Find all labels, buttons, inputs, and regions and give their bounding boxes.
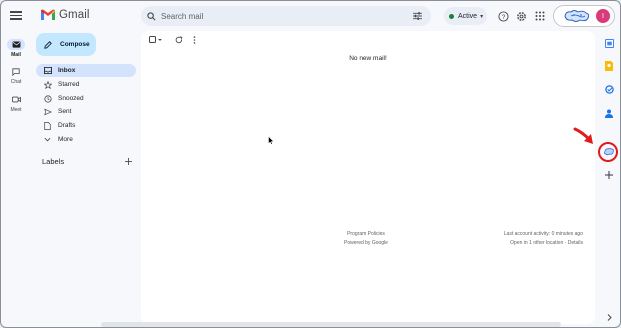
details-link[interactable]: Details	[568, 240, 583, 246]
last-activity-text: Last account activity: 0 minutes ago	[503, 231, 583, 237]
settings-gear-icon[interactable]	[514, 9, 528, 23]
chevron-down-icon: ▾	[480, 13, 484, 20]
search-options-icon[interactable]	[407, 6, 427, 26]
side-panel	[599, 31, 620, 327]
search-icon[interactable]	[141, 6, 161, 26]
calendar-icon[interactable]	[602, 36, 616, 50]
highlight-circle	[598, 142, 618, 162]
tasks-icon[interactable]	[602, 82, 616, 96]
add-icon[interactable]	[602, 168, 616, 182]
gmail-logo[interactable]: Gmail	[40, 9, 90, 21]
mail-list-panel: No new mail! Program Policies Powered by…	[141, 31, 595, 324]
gmail-window: Gmail Active ▾ ?	[0, 0, 621, 328]
nav-item-more[interactable]: More	[36, 133, 136, 146]
star-icon	[43, 80, 52, 89]
nav-label: Drafts	[58, 122, 76, 129]
account-avatar[interactable]: I	[596, 9, 610, 23]
compose-button[interactable]: Compose	[36, 33, 96, 56]
app-name: Gmail	[59, 9, 90, 21]
bottom-shadow	[101, 322, 561, 327]
chevron-down-icon	[43, 135, 52, 144]
search-input[interactable]	[161, 11, 407, 21]
mail-icon	[7, 39, 25, 50]
main-menu-icon[interactable]	[9, 9, 23, 23]
empty-inbox-message: No new mail!	[349, 55, 387, 62]
chat-icon	[7, 66, 25, 77]
rail-label-meet: Meet	[10, 107, 22, 113]
draft-icon	[43, 121, 52, 130]
keep-icon[interactable]	[602, 59, 616, 73]
search-bar[interactable]	[141, 6, 431, 26]
refresh-icon[interactable]	[175, 35, 183, 45]
nav-item-inbox[interactable]: Inbox	[36, 64, 136, 77]
powered-by-text: Powered by Google	[344, 239, 388, 246]
gmail-m-icon	[41, 9, 55, 20]
header: Gmail Active ▾ ?	[1, 1, 620, 31]
annotation-arrow-icon	[573, 127, 593, 144]
rail-item-meet[interactable]: Meet	[1, 94, 31, 113]
help-icon[interactable]: ?	[496, 9, 510, 23]
contacts-icon[interactable]	[602, 106, 616, 120]
app-rail: Mail Chat Meet	[1, 31, 31, 327]
other-location-text: Open in 1 other location	[510, 239, 564, 246]
compose-label: Compose	[60, 41, 90, 48]
nav-item-sent[interactable]: Sent	[36, 105, 136, 118]
send-icon	[43, 107, 52, 116]
mouse-cursor-icon	[268, 136, 274, 145]
inbox-icon	[43, 66, 52, 75]
footer-activity: Last account activity: 0 minutes ago Ope…	[504, 230, 583, 247]
footer-policies: Program Policies Powered by Google	[331, 230, 401, 247]
more-options-icon[interactable]	[193, 35, 196, 45]
nav-item-snoozed[interactable]: Snoozed	[36, 92, 136, 105]
apps-grid-icon[interactable]	[533, 9, 547, 23]
add-label-icon[interactable]	[123, 156, 133, 166]
pencil-icon	[44, 40, 52, 49]
program-policies-link[interactable]: Program Policies	[331, 230, 401, 239]
nav-item-starred[interactable]: Starred	[36, 78, 136, 91]
nav-label: Starred	[58, 81, 80, 88]
rail-label-chat: Chat	[10, 79, 22, 85]
rail-item-mail[interactable]: Mail	[1, 39, 31, 58]
rail-label-mail: Mail	[11, 52, 21, 58]
status-dot	[449, 13, 454, 19]
nav-label: Sent	[58, 108, 72, 115]
nav-label: Inbox	[58, 67, 76, 74]
nav-label: Snoozed	[58, 95, 84, 102]
nav-label: More	[58, 136, 73, 143]
clock-icon	[43, 94, 52, 103]
nav-item-drafts[interactable]: Drafts	[36, 119, 136, 132]
rail-item-chat[interactable]: Chat	[1, 66, 31, 85]
labels-heading: Labels	[42, 157, 65, 166]
status-label: Active	[458, 12, 478, 20]
video-icon	[7, 94, 25, 105]
account-switcher[interactable]: I	[553, 5, 615, 27]
status-selector[interactable]: Active ▾	[444, 7, 487, 25]
chevron-right-icon[interactable]	[602, 310, 616, 324]
select-all-checkbox[interactable]	[149, 35, 163, 45]
organization-logo-icon	[564, 10, 590, 22]
svg-text:?: ?	[501, 13, 505, 20]
